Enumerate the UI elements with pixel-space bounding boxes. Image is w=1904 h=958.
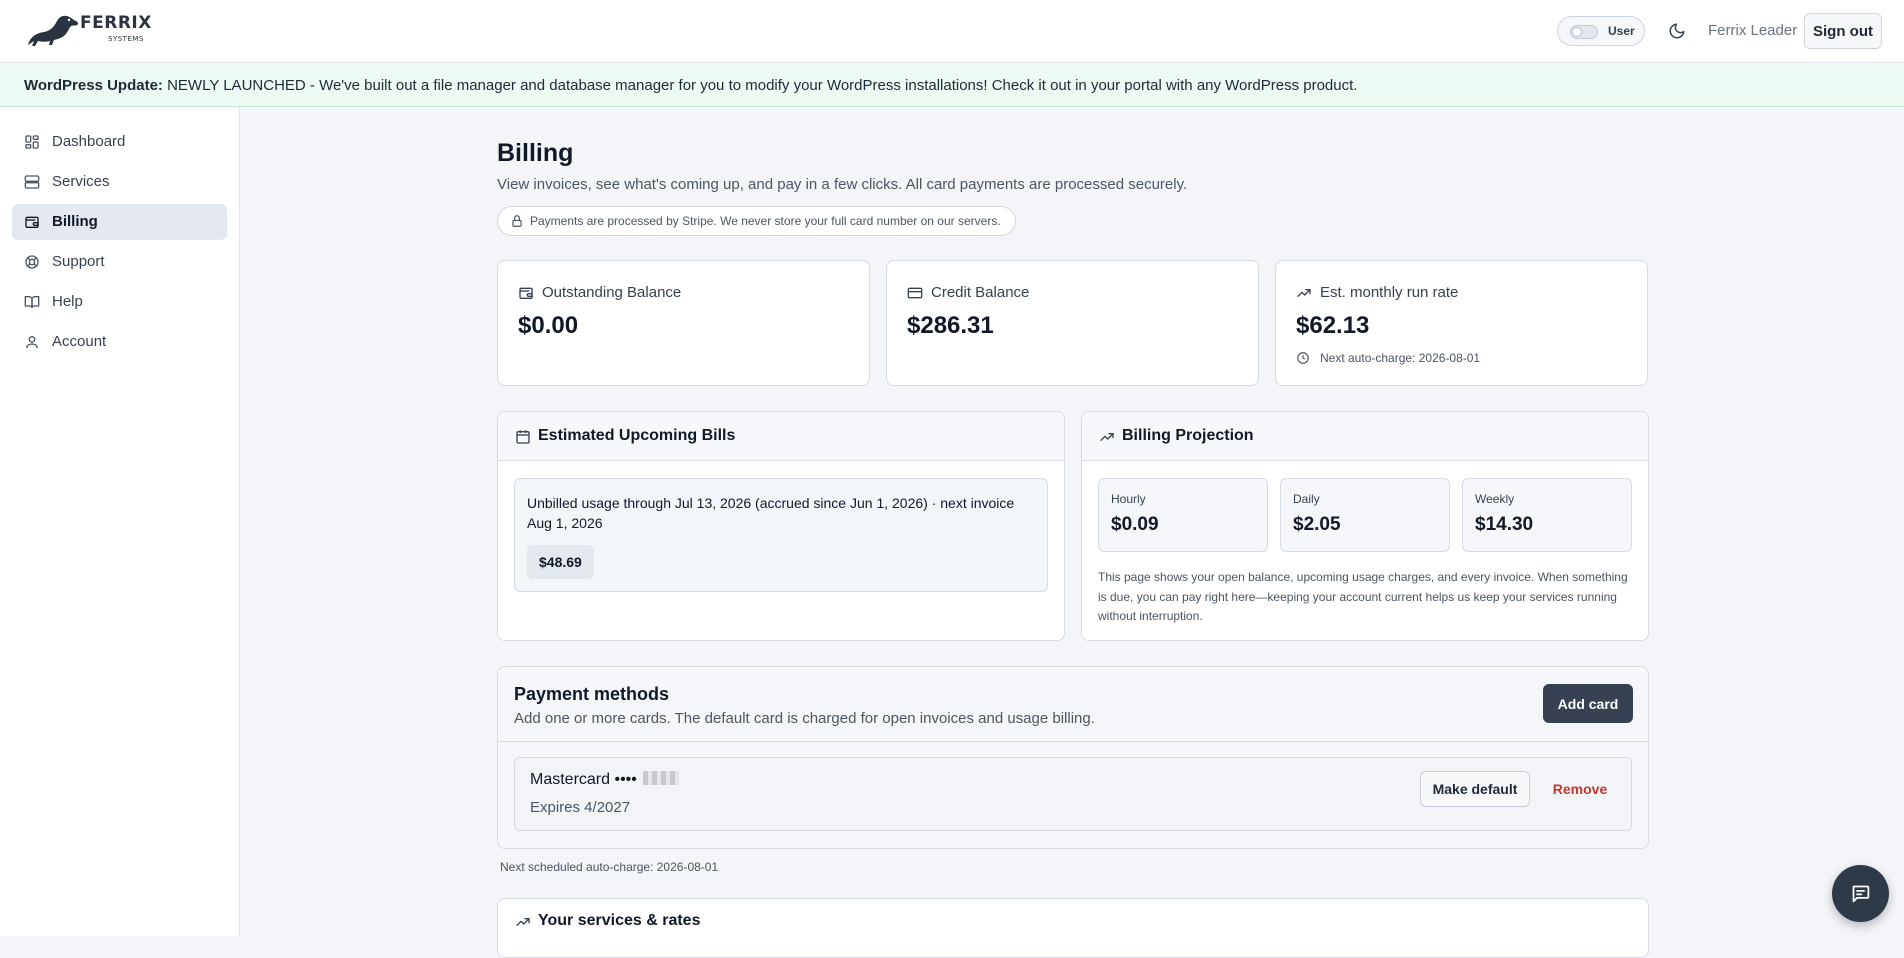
chat-icon [1850,883,1871,904]
sidebar-item-billing[interactable]: Billing [12,204,227,240]
book-icon [24,294,40,310]
dashboard-icon [24,134,40,150]
top-header: FERRIX SYSTEMS User Ferrix Leader Sign o… [0,0,1904,63]
brand-name: FERRIX [80,13,152,33]
sidebar-item-services[interactable]: Services [12,164,227,200]
panel-title: Billing Projection [1122,427,1254,444]
sidebar-item-label: Help [52,293,83,310]
credit-card-icon [907,285,923,301]
monthly-run-rate-card: Est. monthly run rate $62.13 Next auto-c… [1275,260,1648,386]
trending-up-icon [515,914,531,930]
panel-header: Billing Projection [1082,412,1648,461]
card-brand-label: Mastercard •••• [530,771,637,788]
sidebar-item-label: Billing [52,213,98,230]
outstanding-balance-card: Outstanding Balance $0.00 [497,260,870,386]
lock-icon [510,214,524,228]
payment-methods-card: Payment methods Add one or more cards. T… [497,666,1649,849]
wallet-icon [518,285,534,301]
dark-mode-moon-icon[interactable] [1668,22,1686,40]
stat-label: Est. monthly run rate [1320,284,1459,301]
divider [498,741,1648,742]
projection-label: Hourly [1111,492,1146,506]
role-toggle[interactable]: User [1557,16,1645,46]
projection-label: Weekly [1475,492,1515,506]
stat-label: Credit Balance [931,284,1030,301]
user-icon [24,334,40,350]
card-name: Mastercard •••• [530,771,679,789]
billing-projection-panel: Billing Projection Hourly $0.09 Daily $2… [1081,411,1649,641]
stat-value: $286.31 [907,312,994,339]
stat-value: $62.13 [1296,312,1370,339]
sign-out-button[interactable]: Sign out [1804,13,1882,49]
banner-message: NEWLY LAUNCHED - We've built out a file … [167,77,1358,94]
saved-card-row: Mastercard •••• Expires 4/2027 Make defa… [514,757,1632,831]
next-scheduled-charge: Next scheduled auto-charge: 2026-08-01 [500,860,719,874]
lifebuoy-icon [24,254,40,270]
role-label: User [1608,24,1635,38]
projection-weekly: Weekly $14.30 [1462,478,1632,552]
secure-payments-note: Payments are processed by Stripe. We nev… [497,206,1016,236]
secure-note-text: Payments are processed by Stripe. We nev… [530,214,1001,228]
redacted-card-digits [642,771,679,785]
sidebar-item-help[interactable]: Help [12,284,227,320]
projection-hourly: Hourly $0.09 [1098,478,1268,552]
trending-up-icon [1099,429,1115,445]
projection-label: Daily [1293,492,1320,506]
ferret-logo-icon [28,15,79,46]
sidebar-item-label: Services [52,173,110,190]
services-rates-card: Your services & rates [497,898,1649,958]
sidebar-item-dashboard[interactable]: Dashboard [12,124,227,160]
add-card-button[interactable]: Add card [1543,684,1633,723]
card-expiry: Expires 4/2027 [530,799,631,816]
sidebar-item-support[interactable]: Support [12,244,227,280]
calendar-icon [515,429,531,445]
main-content: Billing View invoices, see what's coming… [241,107,1904,958]
panel-header: Estimated Upcoming Bills [498,412,1064,461]
sidebar-item-label: Dashboard [52,133,126,150]
payment-methods-title: Payment methods [514,684,670,704]
sidebar-item-account[interactable]: Account [12,324,227,360]
user-name: Ferrix Leader [1708,22,1798,39]
server-icon [24,174,40,190]
upcoming-amount: $48.69 [527,545,594,579]
banner-text: WordPress Update: NEWLY LAUNCHED - We've… [24,77,1357,94]
page-subtitle: View invoices, see what's coming up, and… [497,176,1188,193]
clock-icon [1296,351,1310,365]
announcement-banner: WordPress Update: NEWLY LAUNCHED - We've… [0,64,1904,107]
projection-description: This page shows your open balance, upcom… [1098,570,1628,623]
projection-value: $2.05 [1293,514,1341,535]
brand-tagline: SYSTEMS [108,35,144,43]
make-default-button[interactable]: Make default [1420,771,1530,807]
sidebar-item-label: Support [52,253,105,270]
sidebar-item-label: Account [52,333,107,350]
toggle-track [1570,25,1598,39]
ferrix-logo[interactable]: FERRIX SYSTEMS [24,11,151,51]
remove-card-button[interactable]: Remove [1550,771,1610,807]
unbilled-usage-text: Unbilled usage through Jul 13, 2026 (acc… [527,495,1015,531]
wallet-icon [24,214,40,230]
sidebar: Dashboard Services Billing Support Help … [0,107,240,936]
unbilled-usage-box: Unbilled usage through Jul 13, 2026 (acc… [514,478,1048,592]
credit-balance-card: Credit Balance $286.31 [886,260,1259,386]
panel-title: Estimated Upcoming Bills [538,427,736,444]
payment-methods-subtitle: Add one or more cards. The default card … [514,710,1095,727]
projection-daily: Daily $2.05 [1280,478,1450,552]
chat-support-button[interactable] [1832,865,1889,922]
banner-label: WordPress Update: [24,77,163,94]
stat-label: Outstanding Balance [542,284,682,301]
stat-value: $0.00 [518,312,579,339]
services-rates-title: Your services & rates [538,912,701,929]
trending-up-icon [1296,285,1312,301]
projection-value: $0.09 [1111,514,1159,535]
upcoming-bills-panel: Estimated Upcoming Bills Unbilled usage … [497,411,1065,641]
next-auto-charge-note: Next auto-charge: 2026-08-01 [1320,351,1481,365]
projection-value: $14.30 [1475,514,1534,535]
page-title: Billing [497,139,574,167]
toggle-knob [1572,27,1582,37]
